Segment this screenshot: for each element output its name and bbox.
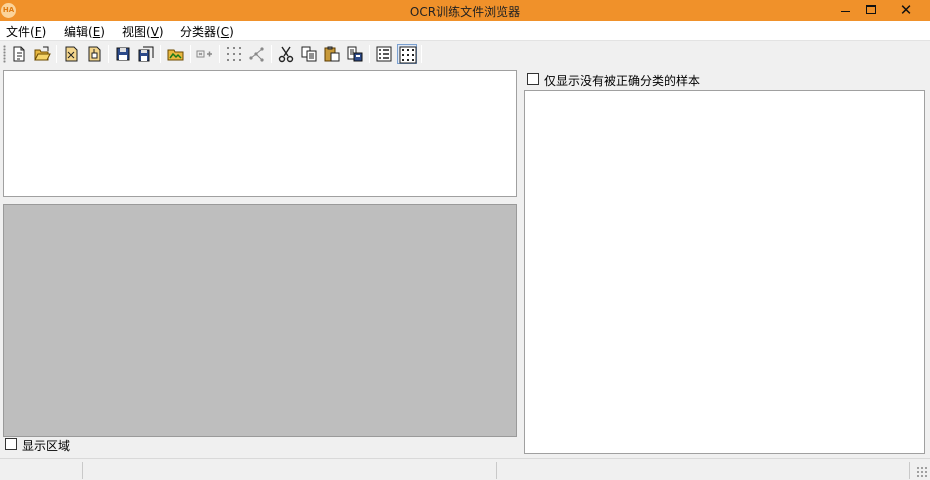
toolbar-separator bbox=[56, 45, 57, 63]
misclassified-only-label: 仅显示没有被正确分类的样本 bbox=[544, 74, 701, 88]
paste-button[interactable] bbox=[322, 44, 342, 64]
menu-file-key: F bbox=[34, 25, 42, 39]
title-bar: HA OCR训练文件浏览器 ✕ bbox=[0, 0, 930, 21]
toolbar-separator bbox=[108, 45, 109, 63]
save-all-icon bbox=[138, 46, 154, 62]
minimize-button[interactable] bbox=[835, 0, 855, 21]
save-button[interactable] bbox=[113, 44, 133, 64]
close-icon: ✕ bbox=[899, 1, 913, 19]
open-image-icon bbox=[167, 49, 184, 61]
menu-classifier[interactable]: 分类器(C) bbox=[180, 23, 234, 40]
properties-button[interactable] bbox=[345, 44, 365, 64]
close-button[interactable]: ✕ bbox=[884, 0, 928, 21]
export-doc-button[interactable] bbox=[84, 44, 104, 64]
list-view-button[interactable] bbox=[374, 44, 394, 64]
toolbar-separator bbox=[190, 45, 191, 63]
open-file-button[interactable] bbox=[32, 44, 52, 64]
abc-grid-button[interactable] bbox=[224, 44, 244, 64]
grid-view-button[interactable] bbox=[397, 44, 417, 64]
menu-classifier-key: C bbox=[220, 25, 230, 39]
save-icon bbox=[116, 47, 130, 61]
save-all-button[interactable] bbox=[136, 44, 156, 64]
menu-file[interactable]: 文件(F) bbox=[6, 23, 46, 40]
toolbar-separator bbox=[160, 45, 161, 63]
menu-edit-tail: ) bbox=[100, 25, 105, 39]
open-folder-icon bbox=[34, 46, 51, 61]
resize-grip-icon[interactable] bbox=[916, 466, 928, 478]
export-doc-icon bbox=[88, 46, 101, 62]
show-region-label: 显示区域 bbox=[22, 439, 71, 453]
new-file-icon bbox=[13, 46, 25, 62]
open-image-button[interactable] bbox=[166, 44, 186, 64]
toolbar-grip[interactable] bbox=[3, 45, 6, 63]
image-preview-pane[interactable] bbox=[3, 204, 517, 437]
toolbar bbox=[0, 40, 930, 66]
paste-icon bbox=[324, 46, 340, 62]
menu-classifier-label: 分类器( bbox=[180, 25, 221, 39]
grid-view-icon bbox=[399, 46, 417, 64]
toolbar-separator bbox=[271, 45, 272, 63]
properties-icon bbox=[347, 46, 363, 62]
add-region-button[interactable] bbox=[195, 44, 215, 64]
status-divider bbox=[496, 462, 497, 479]
menu-file-label: 文件( bbox=[6, 25, 35, 39]
minimize-icon bbox=[841, 11, 850, 12]
add-region-icon bbox=[196, 50, 212, 58]
menu-edit-label: 编辑( bbox=[64, 25, 93, 39]
status-divider bbox=[82, 462, 83, 479]
copy-icon bbox=[301, 46, 317, 62]
edit-doc-icon bbox=[65, 46, 78, 62]
menu-edit[interactable]: 编辑(E) bbox=[64, 23, 105, 40]
new-file-button[interactable] bbox=[9, 44, 29, 64]
cut-button[interactable] bbox=[276, 44, 296, 64]
menu-view-key: V bbox=[150, 25, 159, 39]
menu-view[interactable]: 视图(V) bbox=[122, 23, 164, 40]
copy-button[interactable] bbox=[299, 44, 319, 64]
menu-bar: 文件(F) 编辑(E) 视图(V) 分类器(C) bbox=[0, 21, 930, 40]
maximize-button[interactable] bbox=[860, 0, 882, 21]
maximize-icon bbox=[866, 5, 876, 14]
toolbar-separator bbox=[219, 45, 220, 63]
misclassified-only-checkbox[interactable] bbox=[527, 73, 539, 85]
menu-classifier-tail: ) bbox=[229, 25, 234, 39]
toolbar-separator bbox=[421, 45, 422, 63]
edit-doc-button[interactable] bbox=[61, 44, 81, 64]
toolbar-separator bbox=[369, 45, 370, 63]
menu-file-tail: ) bbox=[41, 25, 47, 39]
window-title: OCR训练文件浏览器 bbox=[409, 5, 521, 19]
menu-view-tail: ) bbox=[158, 25, 164, 39]
list-view-icon bbox=[376, 46, 392, 62]
show-region-checkbox[interactable] bbox=[5, 438, 17, 450]
sample-list-pane[interactable] bbox=[3, 70, 517, 197]
abc-grid-icon bbox=[227, 47, 241, 61]
classification-results-pane[interactable] bbox=[524, 90, 925, 454]
status-divider bbox=[909, 462, 910, 479]
network-button[interactable] bbox=[247, 44, 267, 64]
cut-icon bbox=[278, 46, 294, 63]
network-icon bbox=[249, 47, 264, 62]
status-bar bbox=[0, 458, 930, 480]
menu-view-label: 视图( bbox=[122, 25, 151, 39]
